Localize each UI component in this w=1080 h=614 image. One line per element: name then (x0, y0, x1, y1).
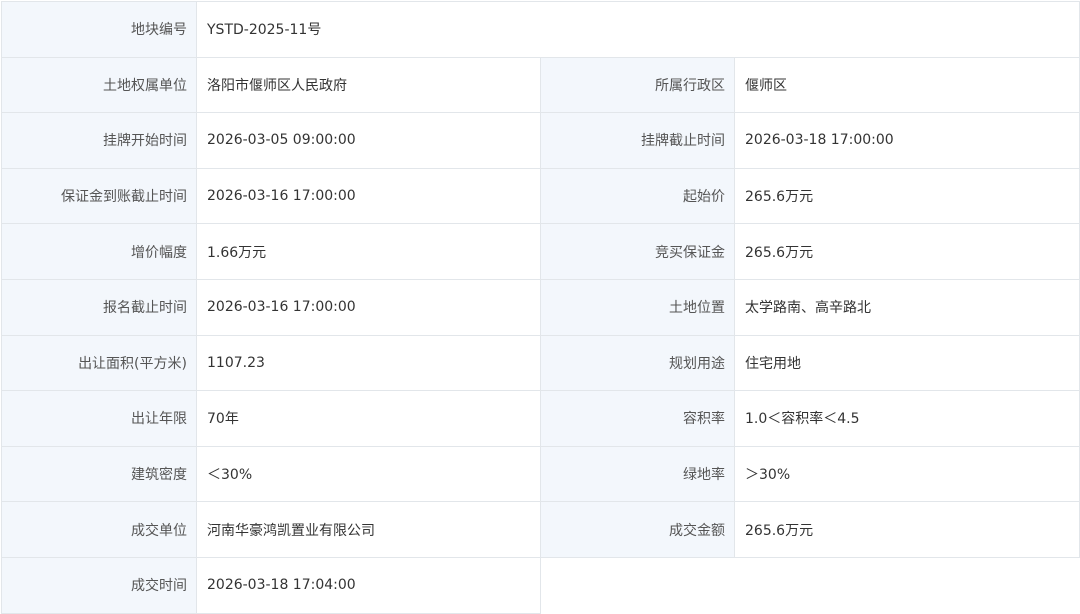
plot-ratio-value: 1.0＜容积率＜4.5 (733, 390, 1080, 447)
area-label: 出让面积(平方米) (1, 334, 197, 392)
registration-deadline-label: 报名截止时间 (1, 278, 197, 336)
land-info-table: 地块编号 YSTD-2025-11号 土地权属单位 洛阳市偃师区人民政府 所属行… (1, 1, 1080, 614)
green-ratio-label: 绿地率 (540, 445, 735, 503)
table-row: 建筑密度 ＜30% 绿地率 ＞30% (1, 445, 1080, 503)
table-row: 保证金到账截止时间 2026-03-16 17:00:00 起始价 265.6万… (1, 167, 1080, 225)
winning-bidder-value: 河南华豪鸿凯置业有限公司 (196, 501, 541, 558)
land-location-value: 太学路南、高辛路北 (733, 278, 1080, 336)
table-row: 挂牌开始时间 2026-03-05 09:00:00 挂牌截止时间 2026-0… (1, 112, 1080, 169)
bid-deposit-value: 265.6万元 (733, 223, 1080, 280)
increment-value: 1.66万元 (196, 223, 541, 280)
listing-end-label: 挂牌截止时间 (540, 112, 735, 169)
listing-start-label: 挂牌开始时间 (1, 112, 197, 169)
deposit-deadline-label: 保证金到账截止时间 (1, 167, 197, 225)
district-label: 所属行政区 (540, 56, 735, 114)
owner-unit-label: 土地权属单位 (1, 56, 197, 114)
deposit-deadline-value: 2026-03-16 17:00:00 (196, 167, 541, 225)
winning-bidder-label: 成交单位 (1, 501, 197, 558)
table-row: 增价幅度 1.66万元 竞买保证金 265.6万元 (1, 223, 1080, 280)
parcel-number-value: YSTD-2025-11号 (195, 1, 1080, 58)
building-density-label: 建筑密度 (1, 445, 197, 503)
parcel-number-label: 地块编号 (1, 1, 197, 58)
table-row: 报名截止时间 2026-03-16 17:00:00 土地位置 太学路南、高辛路… (1, 278, 1080, 336)
listing-start-value: 2026-03-05 09:00:00 (196, 112, 541, 169)
table-row: 出让年限 70年 容积率 1.0＜容积率＜4.5 (1, 390, 1080, 447)
table-row: 土地权属单位 洛阳市偃师区人民政府 所属行政区 偃师区 (1, 56, 1080, 114)
increment-label: 增价幅度 (1, 223, 197, 280)
district-value: 偃师区 (733, 56, 1080, 114)
owner-unit-value: 洛阳市偃师区人民政府 (196, 56, 541, 114)
starting-price-label: 起始价 (540, 167, 735, 225)
transaction-time-label: 成交时间 (1, 556, 197, 614)
planned-use-value: 住宅用地 (733, 334, 1080, 392)
planned-use-label: 规划用途 (540, 334, 735, 392)
green-ratio-value: ＞30% (733, 445, 1080, 503)
registration-deadline-value: 2026-03-16 17:00:00 (196, 278, 541, 336)
empty-cell (539, 556, 1080, 614)
building-density-value: ＜30% (196, 445, 541, 503)
table-row: 出让面积(平方米) 1107.23 规划用途 住宅用地 (1, 334, 1080, 392)
listing-end-value: 2026-03-18 17:00:00 (733, 112, 1080, 169)
bid-deposit-label: 竞买保证金 (540, 223, 735, 280)
term-value: 70年 (196, 390, 541, 447)
table-row: 成交时间 2026-03-18 17:04:00 (1, 556, 1080, 614)
transaction-amount-label: 成交金额 (540, 501, 735, 558)
transaction-time-value: 2026-03-18 17:04:00 (196, 556, 541, 614)
starting-price-value: 265.6万元 (733, 167, 1080, 225)
area-value: 1107.23 (196, 334, 541, 392)
plot-ratio-label: 容积率 (540, 390, 735, 447)
land-location-label: 土地位置 (540, 278, 735, 336)
transaction-amount-value: 265.6万元 (733, 501, 1080, 558)
table-row-parcel-number: 地块编号 YSTD-2025-11号 (1, 1, 1080, 58)
term-label: 出让年限 (1, 390, 197, 447)
table-row: 成交单位 河南华豪鸿凯置业有限公司 成交金额 265.6万元 (1, 501, 1080, 558)
